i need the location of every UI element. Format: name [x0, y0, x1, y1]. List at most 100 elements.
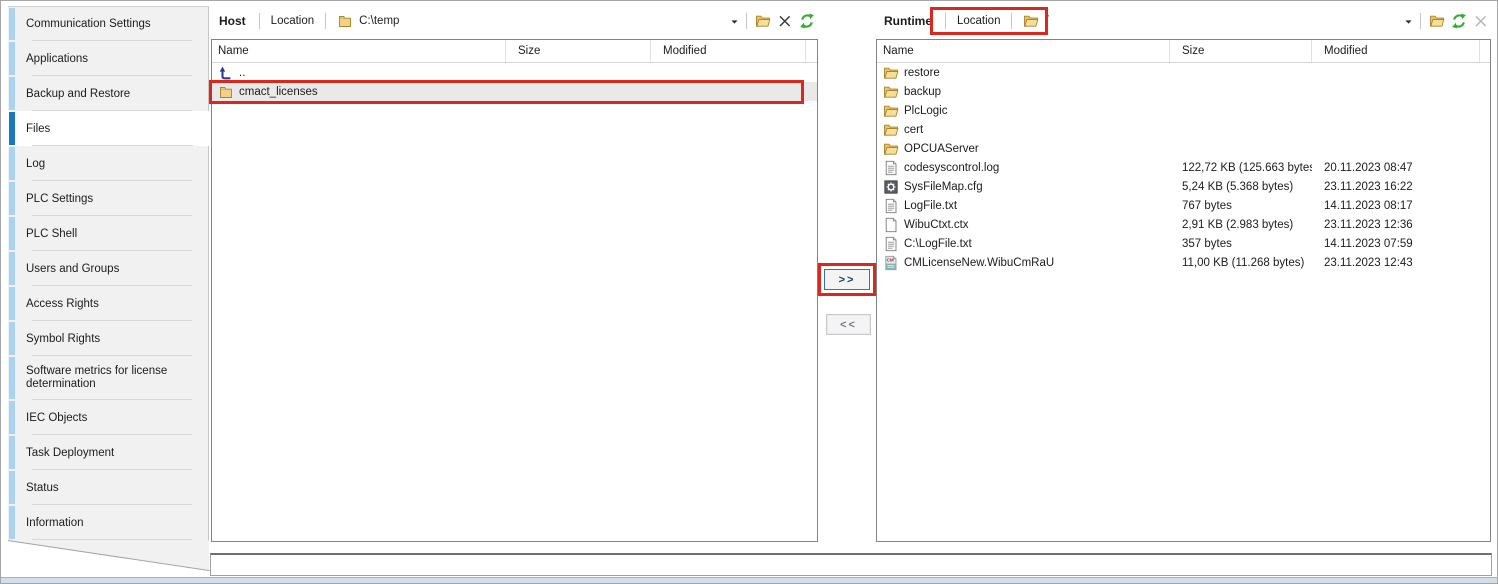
runtime-location-dropdown-icon[interactable] [1401, 13, 1415, 29]
file-name: cert [904, 124, 923, 136]
tab-access-rights[interactable]: Access Rights [8, 286, 209, 321]
tab-log[interactable]: Log [8, 146, 209, 181]
file-size [506, 63, 651, 82]
device-editor-tab-list: Communication Settings Applications Back… [8, 6, 209, 576]
folder-open-icon [883, 84, 899, 100]
file-modified [651, 82, 806, 101]
host-list-header: Name Size Modified [212, 40, 817, 63]
host-column-modified[interactable]: Modified [651, 40, 806, 62]
tab-software-metrics[interactable]: Software metrics for license determinati… [8, 356, 209, 400]
runtime-column-modified[interactable]: Modified [1312, 40, 1480, 62]
host-location-bar: Host Location C:\temp [211, 8, 818, 34]
tab-label: PLC Settings [26, 193, 93, 205]
file-row-sysfilemap-cfg[interactable]: SysFileMap.cfg 5,24 KB (5.368 bytes) 23.… [877, 177, 1490, 196]
host-location-dropdown-icon[interactable] [727, 13, 741, 29]
file-modified [1312, 63, 1480, 82]
folder-open-icon [883, 103, 899, 119]
file-row-plclogic[interactable]: PlcLogic [877, 101, 1490, 120]
file-size: 767 bytes [1170, 196, 1312, 215]
file-row-parent-dir[interactable]: .. [212, 63, 817, 82]
tab-label: Information [26, 517, 84, 529]
file-modified [1312, 139, 1480, 158]
file-size: 122,72 KB (125.663 bytes) [1170, 158, 1312, 177]
copy-to-runtime-button[interactable]: >> [824, 269, 870, 290]
file-row-restore[interactable]: restore [877, 63, 1490, 82]
tab-communication-settings[interactable]: Communication Settings [8, 6, 209, 41]
file-name: SysFileMap.cfg [904, 181, 983, 193]
file-name: C:\LogFile.txt [904, 238, 972, 250]
file-name: OPCUAServer [904, 143, 979, 155]
runtime-file-list: Name Size Modified restore backup PlcLog… [876, 39, 1491, 542]
tab-label: Task Deployment [26, 447, 114, 459]
folder-open-icon [883, 141, 899, 157]
file-name: CMLicenseNew.WibuCmRaU [904, 257, 1054, 269]
separator [1011, 13, 1012, 29]
file-row-opcuaserver[interactable]: OPCUAServer [877, 139, 1490, 158]
file-size [1170, 120, 1312, 139]
text-file-icon [883, 198, 899, 214]
tab-backup-and-restore[interactable]: Backup and Restore [8, 76, 209, 111]
file-row-backup[interactable]: backup [877, 82, 1490, 101]
file-name: PlcLogic [904, 105, 947, 117]
tab-task-deployment[interactable]: Task Deployment [8, 435, 209, 470]
host-refresh-button[interactable] [796, 11, 818, 31]
tab-label: Applications [26, 53, 88, 65]
runtime-refresh-button[interactable] [1448, 11, 1470, 31]
text-file-icon [883, 236, 899, 252]
file-modified: 23.11.2023 12:43 [1312, 253, 1480, 272]
file-transfer-status-bar [210, 553, 1492, 576]
file-size [1170, 101, 1312, 120]
file-row-cmact-licenses[interactable]: cmact_licenses [212, 82, 817, 101]
new-folder-icon [755, 13, 771, 29]
file-name: WibuCtxt.ctx [904, 219, 969, 231]
tab-symbol-rights[interactable]: Symbol Rights [8, 321, 209, 356]
delete-icon [777, 13, 793, 29]
copy-to-host-button[interactable]: << [826, 314, 871, 335]
runtime-location-combo[interactable]: / [1017, 13, 1401, 29]
host-new-folder-button[interactable] [752, 11, 774, 31]
runtime-column-name[interactable]: Name [877, 40, 1170, 62]
runtime-location-path: / [1045, 15, 1401, 27]
tab-label: Status [26, 482, 59, 494]
file-row-codesyscontrol-log[interactable]: codesyscontrol.log 122,72 KB (125.663 by… [877, 158, 1490, 177]
file-row-c-logfile-txt[interactable]: C:\LogFile.txt 357 bytes 14.11.2023 07:5… [877, 234, 1490, 253]
file-modified [1312, 120, 1480, 139]
tab-plc-settings[interactable]: PLC Settings [8, 181, 209, 216]
file-name: LogFile.txt [904, 200, 957, 212]
folder-icon [337, 13, 353, 29]
refresh-icon [1451, 13, 1467, 29]
host-location-combo[interactable]: C:\temp [331, 13, 727, 29]
tab-applications[interactable]: Applications [8, 41, 209, 76]
file-row-wibuctxt-ctx[interactable]: WibuCtxt.ctx 2,91 KB (2.983 bytes) 23.11… [877, 215, 1490, 234]
runtime-delete-button[interactable] [1470, 11, 1492, 31]
runtime-column-spacer [1480, 40, 1491, 62]
tab-information[interactable]: Information [8, 505, 209, 540]
runtime-column-size[interactable]: Size [1170, 40, 1312, 62]
config-file-icon [883, 179, 899, 195]
tab-status[interactable]: Status [8, 470, 209, 505]
host-pane-title: Host [211, 14, 254, 28]
file-row-cmlicensenew[interactable]: CMLicenseNew.WibuCmRaU 11,00 KB (11.268 … [877, 253, 1490, 272]
host-location-label: Location [265, 15, 320, 27]
tab-label: Symbol Rights [26, 333, 100, 345]
refresh-icon [799, 13, 815, 29]
file-size: 2,91 KB (2.983 bytes) [1170, 215, 1312, 234]
file-row-logfile-txt[interactable]: LogFile.txt 767 bytes 14.11.2023 08:17 [877, 196, 1490, 215]
file-modified [651, 63, 806, 82]
tab-users-and-groups[interactable]: Users and Groups [8, 251, 209, 286]
folder-open-icon [883, 122, 899, 138]
host-delete-button[interactable] [774, 11, 796, 31]
folder-icon [1023, 13, 1039, 29]
tab-files[interactable]: Files [8, 111, 209, 146]
tab-iec-objects[interactable]: IEC Objects [8, 400, 209, 435]
tab-label: Communication Settings [26, 18, 151, 30]
tab-plc-shell[interactable]: PLC Shell [8, 216, 209, 251]
host-column-name[interactable]: Name [212, 40, 506, 62]
file-row-cert[interactable]: cert [877, 120, 1490, 139]
tab-label: Users and Groups [26, 263, 119, 275]
separator [259, 13, 260, 29]
file-modified: 23.11.2023 12:36 [1312, 215, 1480, 234]
runtime-new-folder-button[interactable] [1426, 11, 1448, 31]
file-name: cmact_licenses [239, 86, 318, 98]
host-column-size[interactable]: Size [506, 40, 651, 62]
